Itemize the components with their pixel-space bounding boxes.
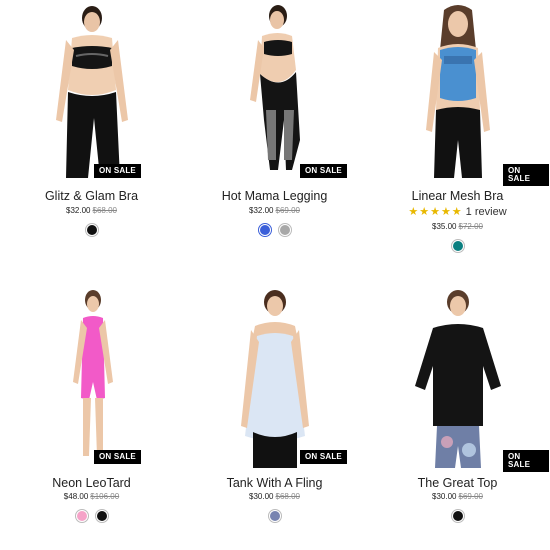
original-price: $69.00	[458, 492, 483, 501]
color-swatch-black[interactable]	[94, 509, 109, 523]
original-price: $68.00	[92, 206, 117, 215]
product-image[interactable]	[0, 0, 183, 182]
product-price: $32.00 $69.00	[183, 206, 366, 215]
color-swatch-periwinkle[interactable]	[267, 509, 282, 523]
review-count: 1 review	[465, 206, 507, 218]
color-swatch-pink[interactable]	[74, 509, 89, 523]
product-image[interactable]	[366, 0, 549, 182]
product-name[interactable]: Neon LeoTard	[0, 476, 183, 490]
on-sale-badge: ON SALE	[503, 164, 549, 186]
sale-price: $48.00	[63, 492, 89, 501]
product-card-hot-mama-legging[interactable]: ON SALE Hot Mama Legging $32.00 $69.00	[183, 0, 366, 264]
color-swatch-blue[interactable]	[257, 223, 272, 237]
sale-price: $35.00	[432, 222, 457, 231]
product-price: $35.00 $72.00	[366, 222, 549, 231]
swatch-fill	[259, 225, 270, 235]
on-sale-badge: ON SALE	[503, 450, 549, 472]
original-price: $69.00	[275, 206, 300, 215]
on-sale-badge: ON SALE	[94, 164, 141, 178]
sale-price: $32.00	[249, 206, 274, 215]
on-sale-badge: ON SALE	[300, 164, 347, 178]
product-image[interactable]	[366, 286, 549, 468]
swatch-fill	[452, 511, 463, 521]
swatch-fill	[96, 511, 107, 521]
product-image[interactable]	[183, 286, 366, 468]
swatch-fill	[279, 225, 290, 235]
swatch-fill	[452, 241, 463, 251]
sale-price: $32.00	[66, 206, 91, 215]
swatch-fill	[86, 225, 97, 235]
product-card-linear-mesh-bra[interactable]: ON SALE Linear Mesh Bra ★★★★★ 1 review $3…	[366, 0, 549, 264]
original-price: $72.00	[458, 222, 483, 231]
product-name[interactable]: The Great Top	[366, 476, 549, 490]
product-price: $48.00 $106.00	[0, 492, 183, 501]
product-price: $32.00 $68.00	[0, 206, 183, 215]
on-sale-badge: ON SALE	[94, 450, 141, 464]
on-sale-badge: ON SALE	[300, 450, 347, 464]
product-name[interactable]: Hot Mama Legging	[183, 189, 366, 203]
color-swatches	[0, 223, 183, 237]
product-price: $30.00 $68.00	[183, 492, 366, 501]
swatch-fill	[269, 511, 280, 521]
color-swatch-gray[interactable]	[277, 223, 292, 237]
product-card-the-great-top[interactable]: ON SALE The Great Top $30.00 $69.00	[366, 286, 549, 550]
color-swatch-black[interactable]	[450, 509, 465, 523]
product-name[interactable]: Tank With A Fling	[183, 476, 366, 490]
product-card-glitz-glam-bra[interactable]: ON SALE Glitz & Glam Bra $32.00 $68.00	[0, 0, 183, 264]
color-swatches	[366, 509, 549, 523]
product-card-neon-leotard[interactable]: ON SALE Neon LeoTard $48.00 $106.00	[0, 286, 183, 550]
sale-price: $30.00	[249, 492, 274, 501]
color-swatches	[366, 239, 549, 253]
product-card-tank-with-a-fling[interactable]: ON SALE Tank With A Fling $30.00 $68.00	[183, 286, 366, 550]
product-name[interactable]: Glitz & Glam Bra	[0, 189, 183, 203]
color-swatches	[0, 509, 183, 523]
original-price: $106.00	[90, 492, 120, 501]
color-swatches	[183, 223, 366, 237]
original-price: $68.00	[275, 492, 300, 501]
product-rating[interactable]: ★★★★★ 1 review	[366, 205, 549, 218]
sale-price: $30.00	[432, 492, 457, 501]
product-image[interactable]	[183, 0, 366, 182]
color-swatch-teal[interactable]	[450, 239, 465, 253]
color-swatch-black[interactable]	[84, 223, 99, 237]
product-name[interactable]: Linear Mesh Bra	[366, 189, 549, 203]
product-price: $30.00 $69.00	[366, 492, 549, 501]
color-swatches	[183, 509, 366, 523]
product-image[interactable]	[0, 286, 183, 468]
rating-stars: ★★★★★	[408, 206, 463, 218]
swatch-fill	[76, 511, 87, 521]
